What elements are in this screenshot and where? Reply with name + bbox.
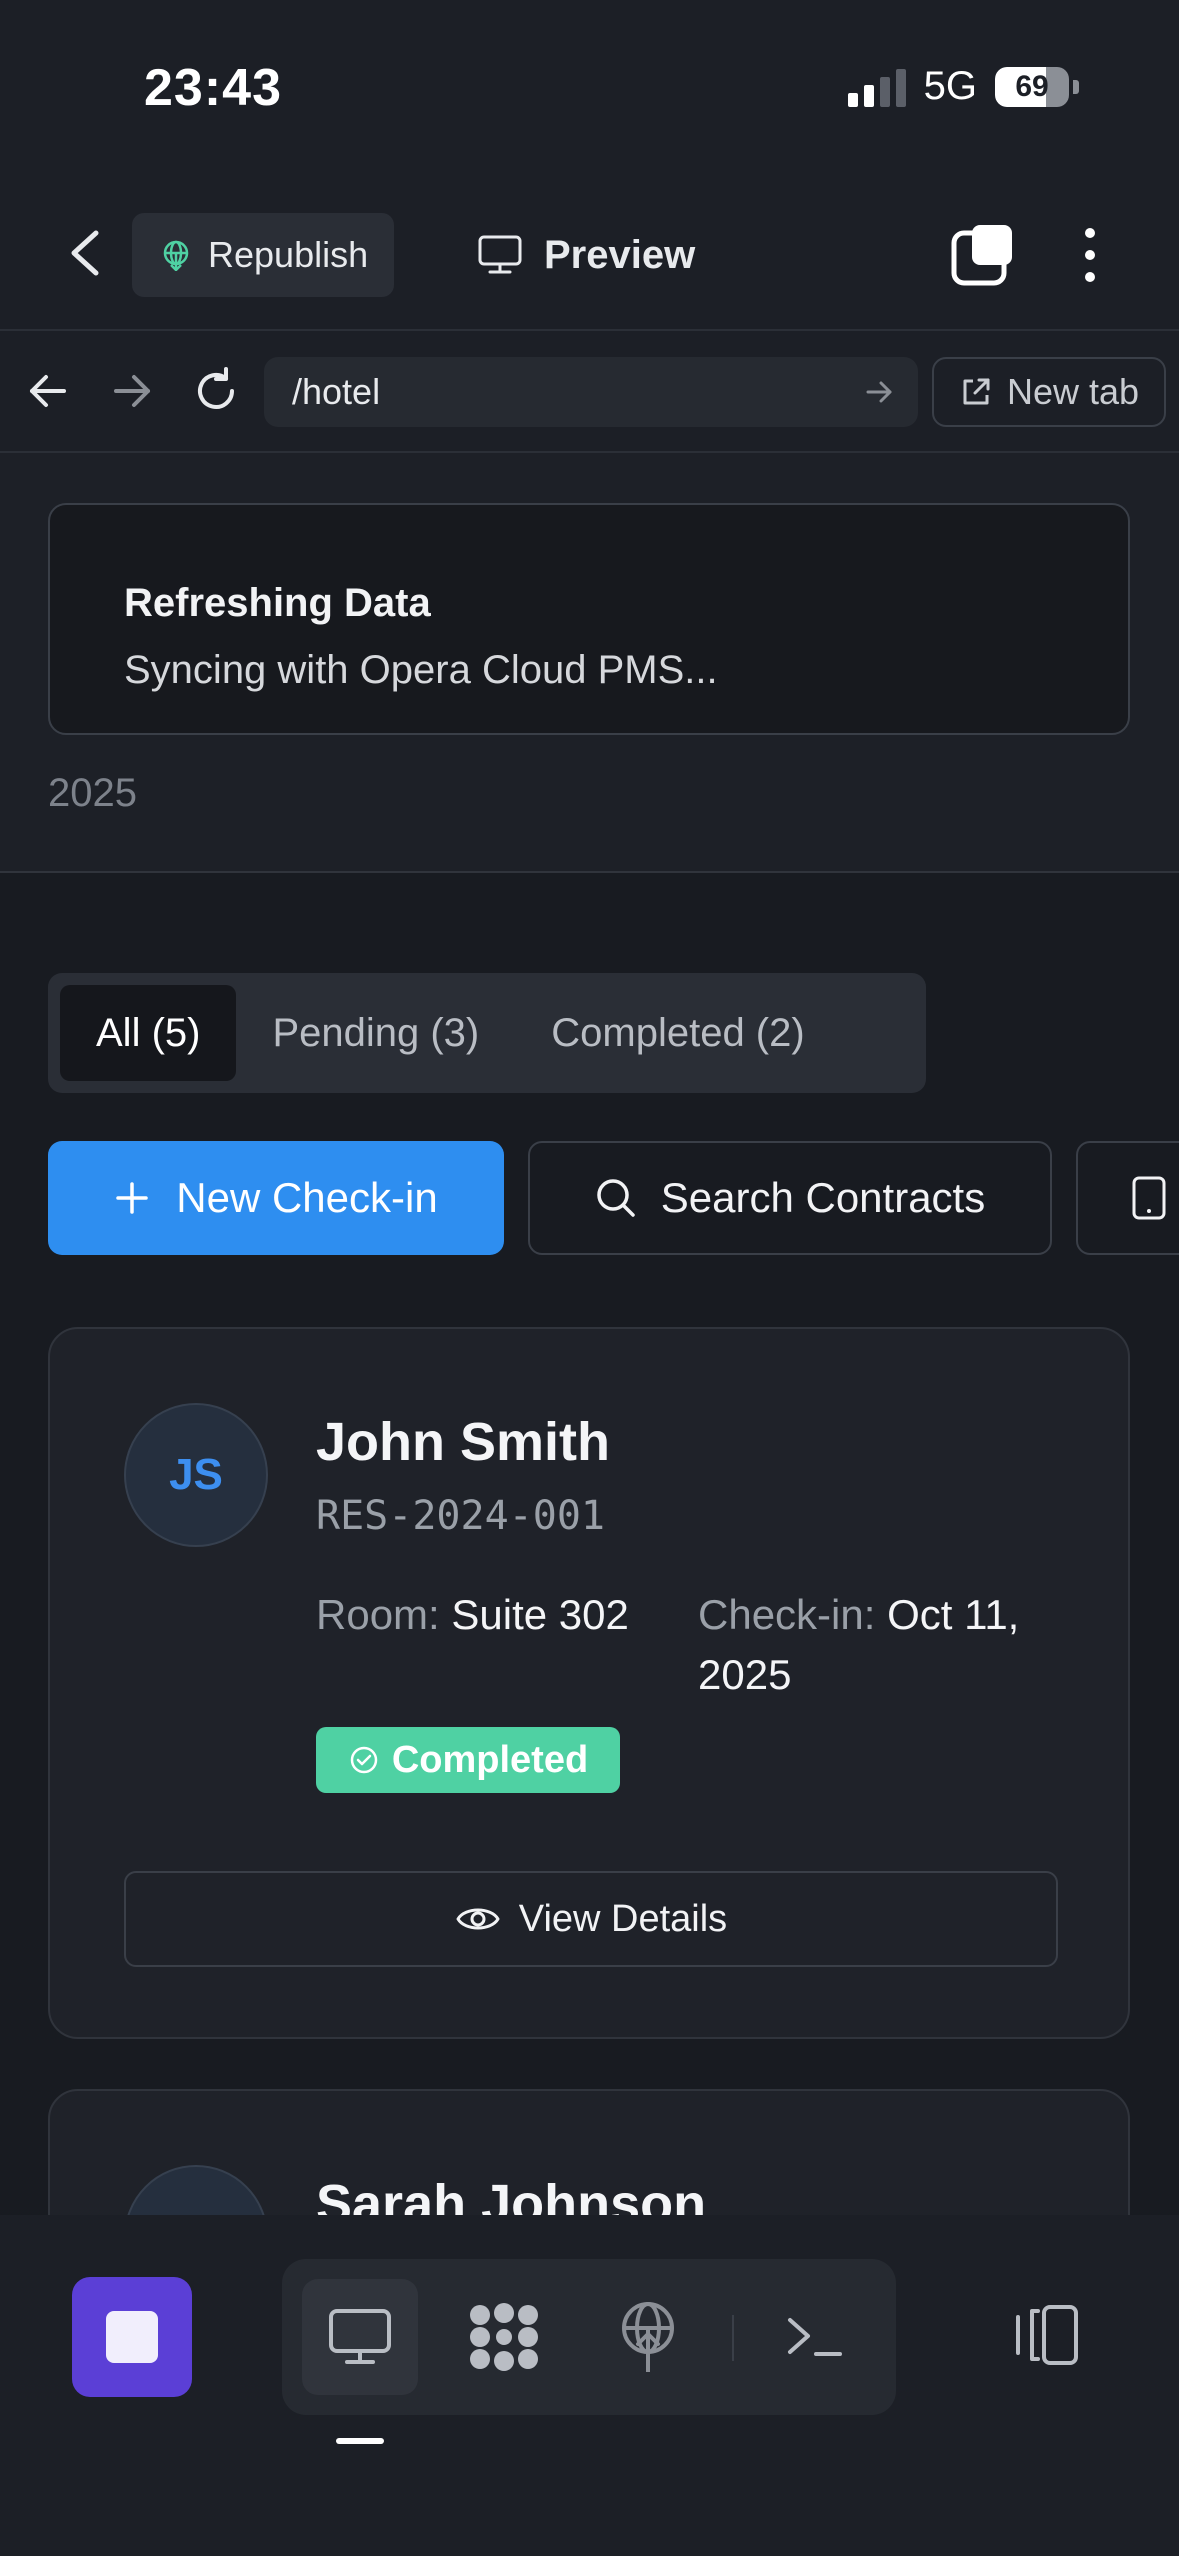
search-contracts-label: Search Contracts: [660, 1174, 986, 1221]
guest-name: John Smith: [316, 1412, 610, 1472]
top-toolbar: Republish Preview: [0, 175, 1179, 331]
reservation-card: JS John Smith RES-2024-001 Room: Suite 3…: [48, 1327, 1130, 2039]
room-info: Room: Suite 302: [316, 1585, 629, 1645]
search-icon: [597, 1179, 635, 1217]
republish-button[interactable]: Republish: [132, 213, 394, 297]
check-circle-icon: [350, 1746, 378, 1774]
reservation-card: Sarah Johnson: [48, 2089, 1130, 2215]
network-type: 5G: [923, 64, 977, 108]
refresh-icon[interactable]: [190, 365, 242, 417]
app-content: 2025 Refreshing Data Syncing with Opera …: [0, 453, 1179, 2215]
url-input[interactable]: /hotel: [264, 357, 918, 427]
active-indicator: [336, 2438, 384, 2444]
tablet-icon: [1132, 1176, 1166, 1220]
monitor-icon: [329, 2309, 391, 2364]
panel-toggle-icon[interactable]: [1010, 2303, 1082, 2367]
filter-tabs: All (5) Pending (3) Completed (2): [48, 973, 926, 1093]
signal-icon: [847, 67, 906, 107]
device-button[interactable]: [1076, 1141, 1179, 1255]
stop-icon: [106, 2311, 158, 2363]
terminal-icon: [788, 2318, 842, 2356]
guest-name: Sarah Johnson: [316, 2174, 707, 2215]
status-label: Completed: [391, 1738, 589, 1781]
deploy-icon: [622, 2302, 674, 2372]
new-checkin-button[interactable]: New Check-in: [48, 1141, 504, 1255]
view-details-button[interactable]: View Details: [124, 1871, 1058, 1967]
new-tab-button[interactable]: New tab: [932, 357, 1166, 427]
tab-all[interactable]: All (5): [60, 985, 237, 1081]
eye-icon: [456, 1908, 500, 1930]
checkin-label: Check-in:: [698, 1591, 876, 1638]
monitor-icon: [478, 235, 522, 274]
reservation-code: RES-2024-001: [316, 1493, 605, 1539]
stop-button[interactable]: [72, 2277, 192, 2397]
dock-deploy[interactable]: [590, 2279, 706, 2395]
tab-completed[interactable]: Completed (2): [515, 985, 840, 1081]
action-row: New Check-in Search Contracts: [48, 1141, 1179, 1255]
arrow-right-icon[interactable]: [106, 365, 158, 417]
toast-description: Syncing with Opera Cloud PMS...: [124, 648, 718, 692]
page-header: 2025 Refreshing Data Syncing with Opera …: [0, 453, 1179, 873]
tab-pending[interactable]: Pending (3): [236, 985, 515, 1081]
preview-button[interactable]: Preview: [478, 213, 695, 297]
tabs-icon[interactable]: [950, 223, 1014, 287]
more-vertical-icon[interactable]: [1072, 223, 1108, 287]
room-value: Suite 302: [451, 1591, 629, 1638]
back-icon[interactable]: [62, 225, 106, 281]
dock-apps[interactable]: [446, 2279, 562, 2395]
arrow-left-icon[interactable]: [22, 365, 74, 417]
new-checkin-label: New Check-in: [176, 1174, 438, 1221]
view-details-label: View Details: [518, 1897, 728, 1940]
globe-icon: [163, 240, 189, 271]
apps-icon: [470, 2303, 538, 2371]
status-indicators: 5G 69: [847, 64, 1079, 109]
bottom-bar: [0, 2215, 1179, 2556]
refresh-toast: Refreshing Data Syncing with Opera Cloud…: [48, 503, 1130, 735]
dock-terminal[interactable]: [756, 2279, 872, 2395]
new-tab-label: New tab: [1006, 371, 1140, 412]
avatar: [124, 2165, 268, 2215]
external-link-icon: [963, 378, 990, 405]
toast-title: Refreshing Data: [124, 581, 431, 625]
arrow-go-icon[interactable]: [862, 375, 896, 409]
dock-preview[interactable]: [302, 2279, 418, 2395]
battery-nub: [1073, 79, 1079, 94]
dock-divider: [732, 2315, 734, 2361]
republish-label: Republish: [208, 234, 369, 275]
battery-percent: 69: [1015, 69, 1049, 103]
checkin-info: Check-in: Oct 11, 2025: [698, 1585, 1078, 1705]
status-time: 23:43: [144, 59, 282, 117]
preview-label: Preview: [544, 232, 696, 277]
url-path: /hotel: [292, 371, 381, 412]
avatar: JS: [124, 1403, 268, 1547]
status-bar: 23:43 5G 69: [0, 0, 1179, 175]
battery-icon: 69: [995, 66, 1069, 107]
header-year: 2025: [48, 771, 137, 815]
view-dock: [282, 2259, 896, 2415]
search-contracts-button[interactable]: Search Contracts: [528, 1141, 1052, 1255]
plus-icon: [116, 1182, 149, 1214]
browser-url-bar: /hotel New tab: [0, 331, 1179, 453]
status-badge: Completed: [316, 1727, 620, 1793]
room-label: Room:: [316, 1591, 440, 1638]
